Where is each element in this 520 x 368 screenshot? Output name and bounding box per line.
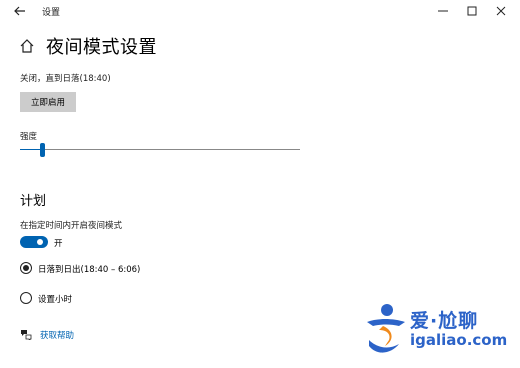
radio-selected-dot [23, 265, 29, 271]
set-hours-label: 设置小时 [38, 295, 73, 305]
toggle-state-text: 开 [54, 239, 63, 249]
sunset-to-sunrise-label: 日落到日出(18:40 – 6:06) [38, 265, 141, 275]
schedule-heading: 计划 [20, 194, 47, 209]
close-icon[interactable] [492, 3, 510, 19]
page-title: 夜间模式设置 [46, 37, 157, 58]
home-icon[interactable] [19, 38, 35, 54]
window-title: 设置 [42, 8, 61, 18]
get-help-link[interactable]: 获取帮助 [40, 329, 74, 341]
watermark-brand: 爱·尬聊 [410, 310, 479, 332]
schedule-toggle-label: 在指定时间内开启夜间模式 [20, 221, 123, 231]
chat-bubble-icon [21, 330, 32, 340]
schedule-toggle[interactable] [20, 236, 48, 248]
toggle-knob [37, 239, 43, 245]
strength-slider-thumb[interactable] [39, 143, 45, 157]
maximize-icon[interactable] [463, 3, 481, 19]
watermark-logo-icon [367, 304, 405, 353]
strength-label: 强度 [20, 132, 38, 142]
turn-on-now-button[interactable]: 立即启用 [20, 92, 76, 112]
watermark-url: igaliao.com [410, 331, 508, 349]
status-text: 关闭，直到日落(18:40) [20, 74, 111, 84]
strength-slider-track[interactable] [20, 149, 300, 150]
set-hours-radio[interactable] [20, 292, 32, 304]
minimize-icon[interactable] [434, 3, 452, 19]
back-arrow-icon[interactable] [12, 3, 28, 19]
